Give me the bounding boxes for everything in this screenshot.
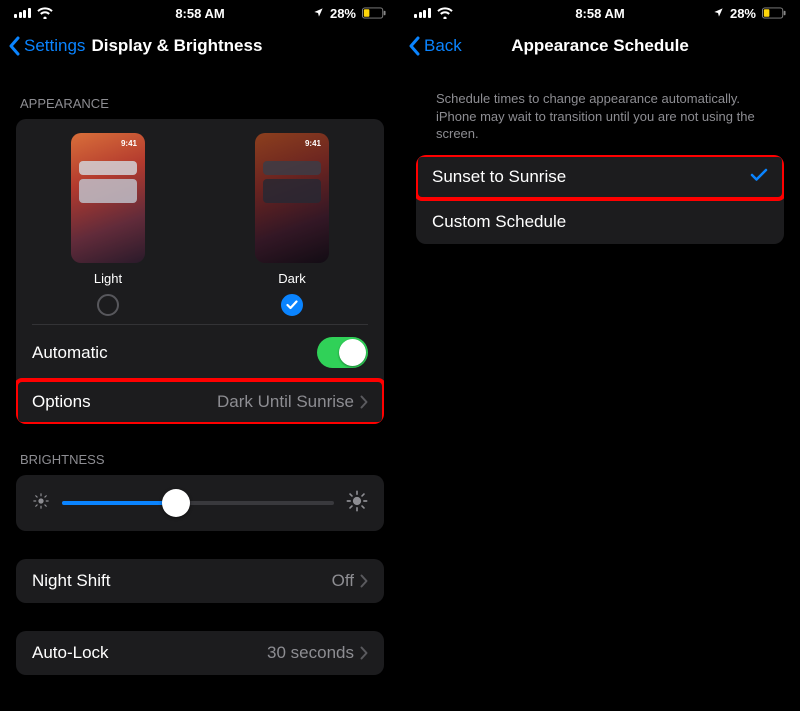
night-shift-label: Night Shift [32,571,110,591]
back-label: Settings [24,36,85,56]
preview-dark: 9:41 [255,133,329,263]
appearance-header: APPEARANCE [20,96,380,111]
auto-lock-row[interactable]: Auto-Lock 30 seconds [16,631,384,675]
brightness-header: BRIGHTNESS [20,452,380,467]
chevron-left-icon [408,36,420,56]
chevron-right-icon [360,646,368,660]
brightness-group [16,475,384,531]
appearance-dark[interactable]: 9:41 Dark [200,133,384,316]
back-button[interactable]: Back [408,36,462,56]
nav-bar: Back Appearance Schedule [400,24,800,68]
status-bar: 8:58 AM 28% [0,0,400,24]
chevron-right-icon [360,395,368,409]
options-row[interactable]: Options Dark Until Sunrise [16,380,384,424]
auto-lock-value: 30 seconds [267,643,354,663]
chevron-right-icon [360,574,368,588]
radio-dark[interactable] [281,294,303,316]
status-bar: 8:58 AM 28% [400,0,800,24]
opt1-label: Sunset to Sunrise [432,167,566,187]
back-label: Back [424,36,462,56]
automatic-row: Automatic [16,325,384,380]
night-shift-row[interactable]: Night Shift Off [16,559,384,603]
phone-left: 8:58 AM 28% Settings Display & Brightnes… [0,0,400,711]
schedule-group: Sunset to Sunrise Custom Schedule [416,155,784,244]
appearance-group: 9:41 Light 9:41 Dark [16,119,384,424]
check-icon [750,167,768,187]
automatic-toggle[interactable] [317,337,368,368]
night-shift-value: Off [332,571,354,591]
preview-light: 9:41 [71,133,145,263]
nav-bar: Settings Display & Brightness [0,24,400,68]
automatic-label: Automatic [32,343,108,363]
brightness-slider[interactable] [62,489,334,517]
auto-lock-label: Auto-Lock [32,643,109,663]
schedule-hint: Schedule times to change appearance auto… [436,90,764,143]
appearance-light[interactable]: 9:41 Light [16,133,200,316]
status-time: 8:58 AM [400,6,800,21]
schedule-custom[interactable]: Custom Schedule [416,200,784,244]
sun-large-icon [346,490,368,517]
auto-lock-group: Auto-Lock 30 seconds [16,631,384,675]
radio-light[interactable] [97,294,119,316]
opt2-label: Custom Schedule [432,212,566,232]
page-title: Display & Brightness [91,36,262,56]
options-value: Dark Until Sunrise [217,392,354,412]
back-button[interactable]: Settings [8,36,85,56]
schedule-sunset-sunrise[interactable]: Sunset to Sunrise [416,155,784,199]
light-label: Light [94,271,122,286]
sun-small-icon [32,492,50,515]
dark-label: Dark [278,271,305,286]
status-time: 8:58 AM [0,6,400,21]
phone-right: 8:58 AM 28% Back Appearance Schedule Sch… [400,0,800,711]
chevron-left-icon [8,36,20,56]
options-label: Options [32,392,91,412]
night-shift-group: Night Shift Off [16,559,384,603]
